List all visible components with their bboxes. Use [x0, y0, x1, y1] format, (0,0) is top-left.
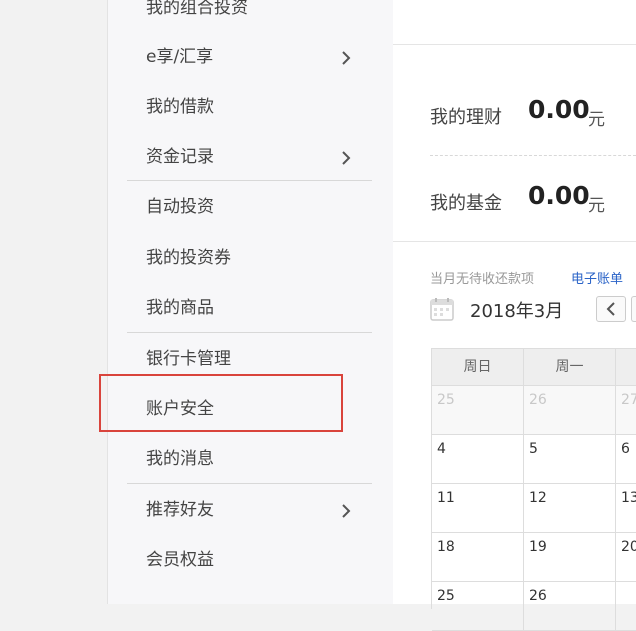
sidebar-item-label: 自动投资 — [146, 197, 214, 217]
highlight-box — [99, 374, 343, 432]
asset-finance: 我的理财 0.00 元 — [430, 93, 636, 133]
weekday-header — [616, 349, 636, 386]
prev-month-button[interactable] — [596, 296, 626, 322]
calendar-day[interactable]: 20 — [616, 533, 636, 582]
sidebar-item-label: 我的组合投资 — [146, 0, 248, 18]
sidebar-item-label: 会员权益 — [146, 550, 214, 570]
calendar-month: 2018年3月 — [470, 301, 564, 322]
calendar-day[interactable]: 13 — [616, 484, 636, 533]
calendar-day[interactable]: 25 — [432, 582, 524, 631]
sidebar-item-products[interactable]: 我的商品 — [146, 283, 371, 333]
asset-value: 0.00 — [528, 181, 590, 210]
sidebar-item-label: 银行卡管理 — [146, 349, 231, 369]
dashed-divider — [430, 155, 636, 156]
chevron-right-icon — [342, 51, 351, 65]
calendar-day[interactable]: 25 — [432, 386, 524, 435]
calendar-day[interactable]: 6 — [616, 435, 636, 484]
next-month-button[interactable] — [631, 296, 636, 322]
calendar-day[interactable]: 4 — [432, 435, 524, 484]
ebill-link[interactable]: 电子账单 — [571, 268, 623, 287]
menu-divider — [127, 332, 372, 333]
sidebar-item-label: 我的借款 — [146, 97, 214, 117]
sidebar-menu: 我的组合投资 e享/汇享 我的借款 资金记录 自动投资 我的投资券 我的商品 银… — [99, 0, 394, 604]
asset-label: 我的理财 — [430, 107, 502, 128]
sidebar-item-label: 推荐好友 — [146, 500, 214, 520]
sidebar-item-loans[interactable]: 我的借款 — [146, 82, 371, 132]
weekday-header: 周一 — [524, 349, 616, 386]
chevron-right-icon — [342, 504, 351, 518]
calendar-day[interactable]: 5 — [524, 435, 616, 484]
calendar-day[interactable] — [616, 582, 636, 631]
sidebar-item-exiang[interactable]: e享/汇享 — [146, 32, 371, 82]
calendar-grid: 周日 周一 25 26 27 4 5 6 11 12 13 18 19 20 2… — [431, 348, 636, 631]
weekday-header: 周日 — [432, 349, 524, 386]
asset-label: 我的基金 — [430, 193, 502, 214]
menu-divider — [127, 483, 372, 484]
sidebar-item-label: e享/汇享 — [146, 47, 214, 67]
sidebar-item-label: 我的商品 — [146, 298, 214, 318]
calendar-day[interactable]: 12 — [524, 484, 616, 533]
chevron-right-icon — [342, 151, 351, 165]
section-divider — [393, 241, 636, 242]
calendar-day[interactable]: 11 — [432, 484, 524, 533]
no-payment-hint: 当月无待收还款项 — [430, 272, 535, 287]
sidebar-item-label: 资金记录 — [146, 147, 214, 167]
menu-divider — [127, 180, 372, 181]
calendar-day[interactable]: 26 — [524, 582, 616, 631]
calendar-icon — [430, 298, 454, 321]
asset-value: 0.00 — [528, 95, 590, 124]
asset-fund: 我的基金 0.00 元 — [430, 179, 636, 219]
sidebar-item-auto-invest[interactable]: 自动投资 — [146, 182, 371, 232]
top-bar — [393, 0, 636, 45]
calendar-day[interactable]: 19 — [524, 533, 616, 582]
chevron-left-icon — [606, 302, 615, 316]
sidebar-item-vouchers[interactable]: 我的投资券 — [146, 233, 371, 283]
calendar-day[interactable]: 26 — [524, 386, 616, 435]
main-panel: 我的理财 0.00 元 我的基金 0.00 元 当月无待收还款项 电子账单 20… — [393, 0, 636, 631]
sidebar-item-messages[interactable]: 我的消息 — [146, 434, 371, 484]
sidebar-item-fund-records[interactable]: 资金记录 — [146, 132, 371, 182]
sidebar-item-portfolio[interactable]: 我的组合投资 — [146, 0, 371, 33]
calendar-day[interactable]: 27 — [616, 386, 636, 435]
asset-unit: 元 — [588, 110, 605, 130]
sidebar-item-label: 我的消息 — [146, 449, 214, 469]
sidebar-item-member-benefits[interactable]: 会员权益 — [146, 535, 371, 585]
asset-unit: 元 — [588, 196, 605, 216]
sidebar-item-label: 我的投资券 — [146, 248, 231, 268]
sidebar-item-refer-friends[interactable]: 推荐好友 — [146, 485, 371, 535]
calendar-day[interactable]: 18 — [432, 533, 524, 582]
